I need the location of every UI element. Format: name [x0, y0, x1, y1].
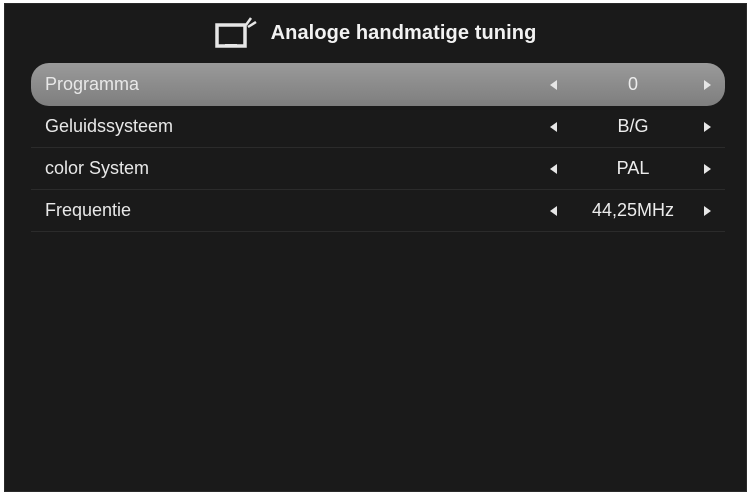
menu-item-label: Geluidssysteem	[45, 116, 174, 136]
tuning-menu: Programma 0 Geluidssysteem B/G color Sys…	[31, 63, 725, 232]
arrow-right-icon[interactable]	[704, 205, 711, 216]
menu-item-label: Programma	[45, 74, 140, 94]
menu-item-label: Frequentie	[45, 200, 132, 220]
menu-item-value: B/G	[617, 116, 649, 136]
tv-icon	[214, 16, 259, 50]
menu-item-color-system[interactable]: color System PAL	[31, 148, 725, 190]
tv-osd-screen: Analoge handmatige tuning Programma 0 Ge…	[4, 3, 747, 492]
page-title: Analoge handmatige tuning	[270, 21, 537, 44]
header: Analoge handmatige tuning	[5, 4, 746, 62]
arrow-left-icon[interactable]	[550, 163, 557, 174]
menu-item-geluidssysteem[interactable]: Geluidssysteem B/G	[31, 106, 725, 148]
menu-item-frequentie[interactable]: Frequentie 44,25MHz	[31, 190, 725, 232]
arrow-left-icon[interactable]	[550, 205, 557, 216]
menu-item-value: PAL	[616, 158, 650, 178]
arrow-right-icon[interactable]	[704, 163, 711, 174]
arrow-right-icon[interactable]	[704, 121, 711, 132]
menu-item-programma[interactable]: Programma 0	[31, 63, 725, 106]
arrow-left-icon[interactable]	[550, 121, 557, 132]
arrow-left-icon[interactable]	[550, 79, 557, 90]
menu-item-label: color System	[45, 158, 150, 178]
menu-item-value: 0	[627, 74, 638, 94]
arrow-right-icon[interactable]	[704, 79, 711, 90]
menu-item-value: 44,25MHz	[591, 200, 675, 220]
